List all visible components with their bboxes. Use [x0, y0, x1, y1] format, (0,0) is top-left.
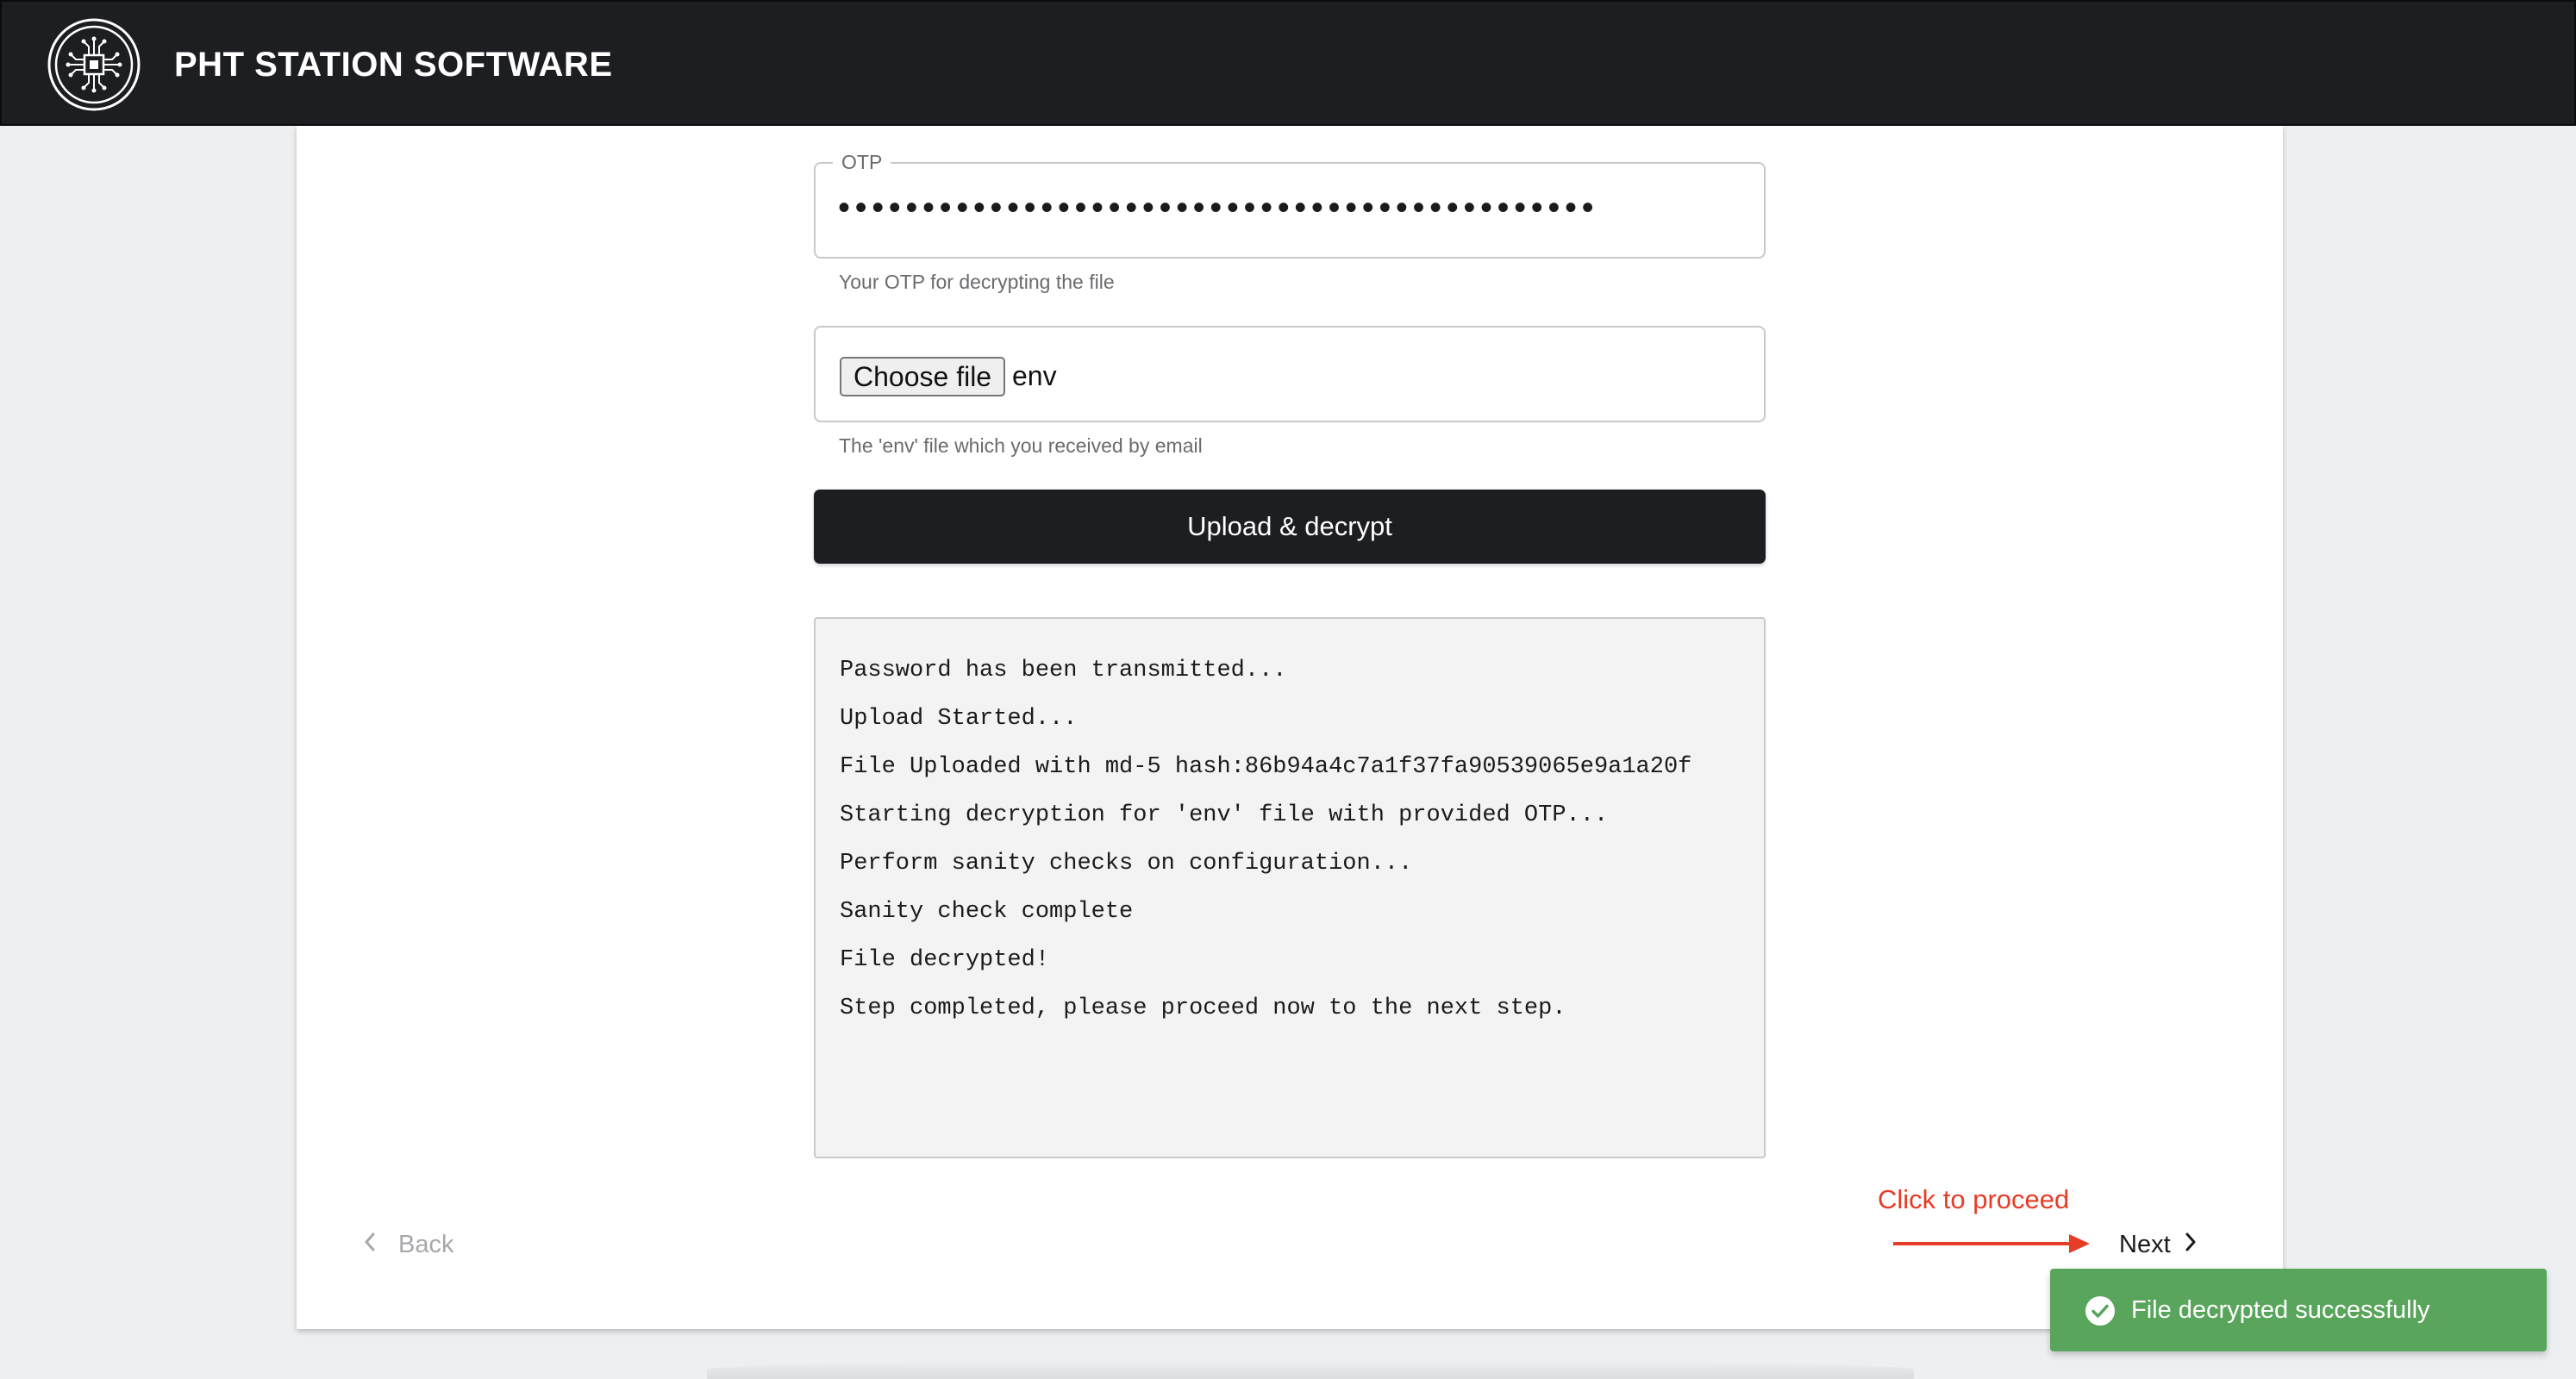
annotation-arrow-icon	[1893, 1234, 2090, 1253]
check-circle-icon	[2085, 1296, 2115, 1326]
app-title: PHT STATION SOFTWARE	[174, 46, 613, 84]
selected-file-name: env	[1012, 360, 1057, 391]
circuit-chip-logo-icon[interactable]	[47, 17, 141, 112]
back-button[interactable]: Back	[362, 1226, 453, 1264]
otp-field[interactable]: OTP ••••••••••••••••••••••••••••••••••••…	[814, 148, 1766, 259]
bottom-shadow	[707, 1360, 1914, 1379]
file-helper-text: The 'env' file which you received by ema…	[839, 434, 1203, 457]
back-label: Back	[398, 1231, 454, 1258]
upload-decrypt-button[interactable]: Upload & decrypt	[814, 490, 1766, 564]
chevron-right-icon	[2183, 1226, 2205, 1264]
otp-input[interactable]: ••••••••••••••••••••••••••••••••••••••••…	[838, 186, 1741, 229]
top-app-bar: PHT STATION SOFTWARE	[0, 0, 2576, 126]
log-line: Upload Started...	[840, 706, 1078, 732]
toast-message: File decrypted successfully	[2131, 1296, 2430, 1324]
annotation-text: Click to proceed	[1878, 1184, 2070, 1214]
log-output: Password has been transmitted... Upload …	[814, 617, 1766, 1158]
chevron-left-icon	[362, 1226, 386, 1264]
success-toast[interactable]: File decrypted successfully	[2050, 1269, 2547, 1351]
next-label: Next	[2119, 1231, 2171, 1258]
log-line: File decrypted!	[840, 947, 1050, 973]
log-line: File Uploaded with md-5 hash:86b94a4c7a1…	[840, 754, 1692, 780]
log-line: Password has been transmitted...	[840, 658, 1287, 683]
choose-file-button[interactable]: Choose file	[840, 357, 1006, 396]
log-line: Step completed, please proceed now to th…	[840, 995, 1566, 1021]
log-line: Perform sanity checks on configuration..…	[840, 851, 1413, 877]
log-line: Starting decryption for 'env' file with …	[840, 802, 1609, 828]
otp-label: OTP	[833, 148, 891, 176]
otp-helper-text: Your OTP for decrypting the file	[839, 271, 1115, 293]
log-line: Sanity check complete	[840, 899, 1134, 925]
next-button[interactable]: Next	[2119, 1226, 2205, 1264]
file-upload-field: Choose file env	[814, 326, 1766, 422]
